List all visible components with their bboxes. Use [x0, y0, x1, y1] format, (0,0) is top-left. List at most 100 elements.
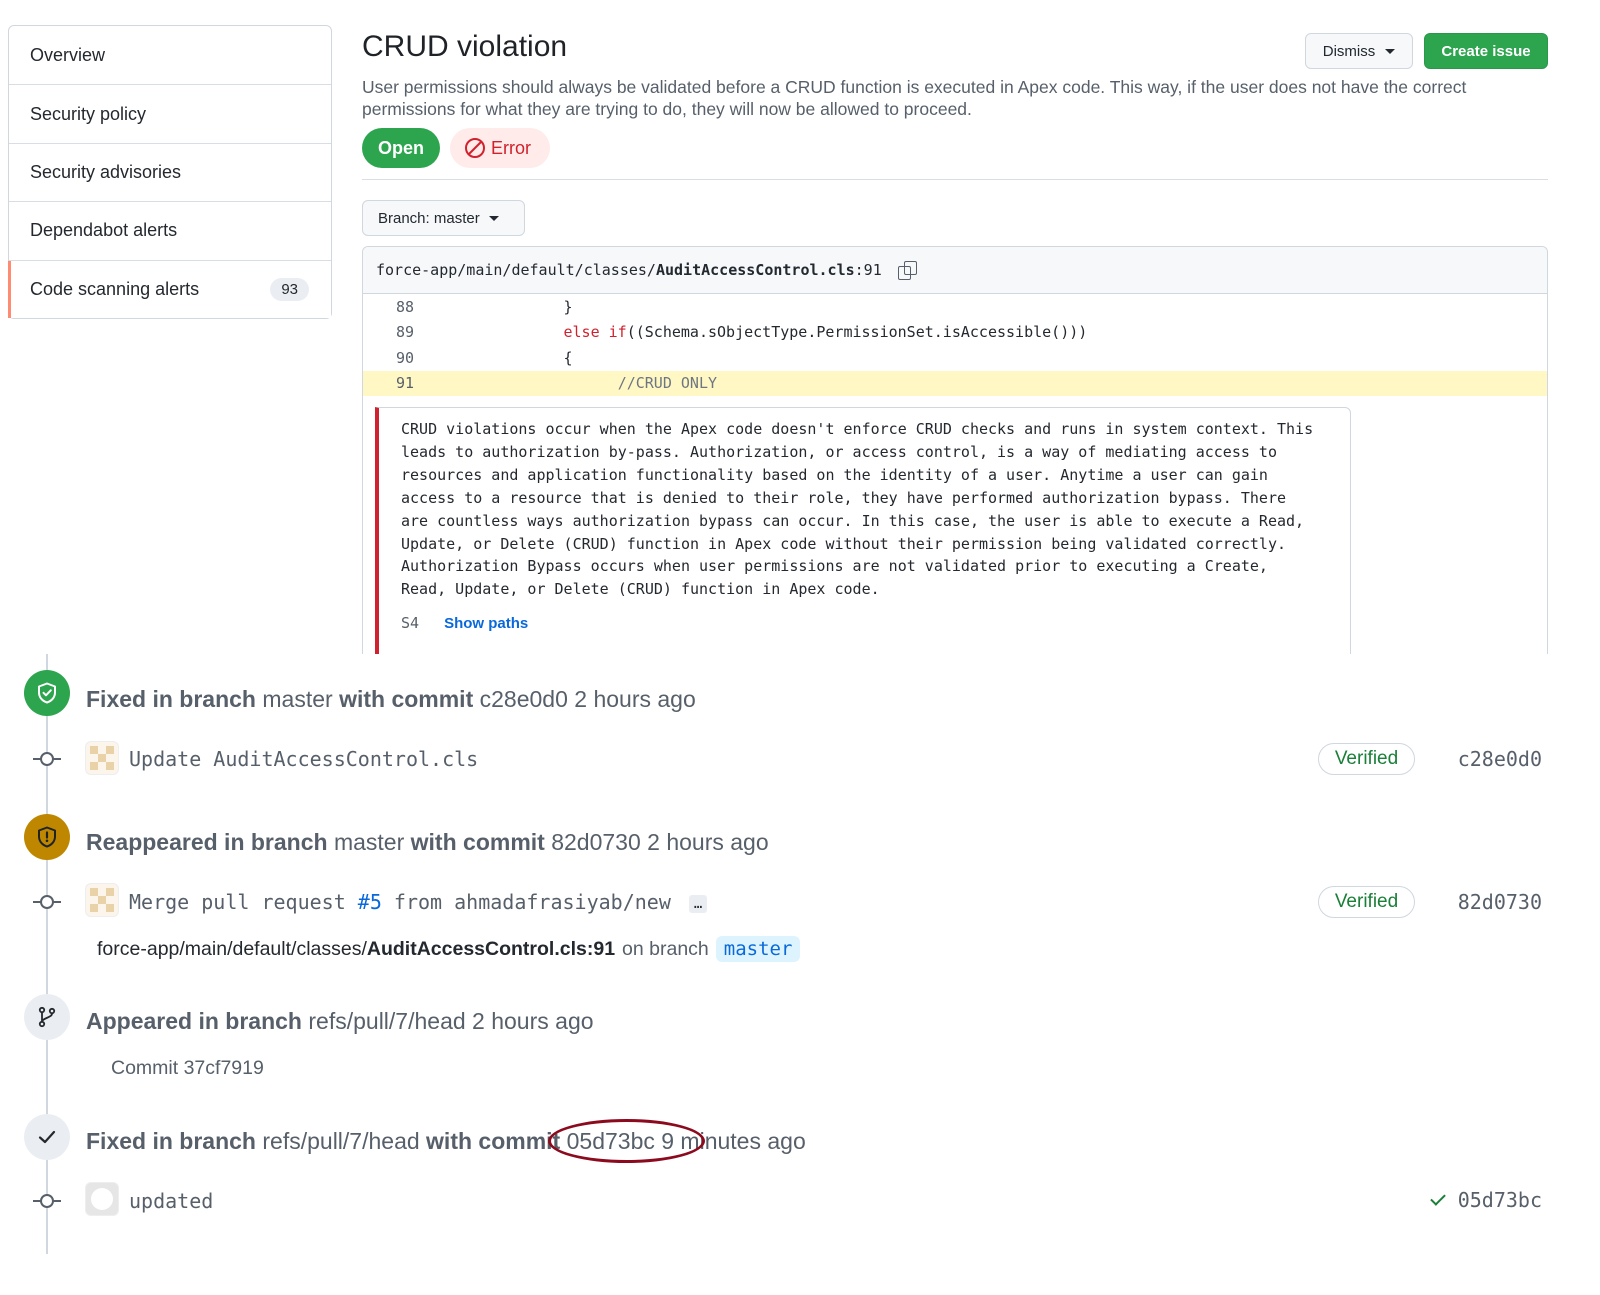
chevron-down-icon: [488, 215, 499, 221]
rule-tag: S4: [401, 614, 420, 633]
alert-footer: S4 Show paths: [401, 614, 1350, 632]
git-commit-icon: [33, 1194, 61, 1208]
timeline-event-title: Reappeared in branch master with commit …: [86, 829, 769, 856]
event-commit-sha[interactable]: c28e0d0: [480, 686, 568, 712]
code-comment: //CRUD ONLY: [617, 374, 718, 393]
branch-label[interactable]: master: [715, 936, 801, 962]
branch-prefix: Branch:: [378, 209, 430, 227]
line-number[interactable]: 88: [363, 298, 419, 316]
location-on-branch: on branch: [622, 937, 709, 960]
git-commit-icon: [33, 895, 61, 909]
severity-label: Error: [491, 137, 531, 158]
stop-icon: [465, 138, 485, 158]
shield-alert-icon: [24, 814, 70, 860]
code-text: {: [419, 348, 573, 367]
security-sidebar: Overview Security policy Security adviso…: [8, 25, 332, 319]
file-line: :91: [854, 261, 882, 279]
branch-value: master: [433, 209, 480, 227]
commit-message-part: from ahmadafrasiyab/new: [381, 890, 671, 914]
commit-sha-link[interactable]: c28e0d0: [1458, 747, 1542, 771]
avatar[interactable]: [85, 883, 119, 917]
sidebar-item-dependabot-alerts[interactable]: Dependabot alerts: [9, 201, 331, 259]
alert-location: force-app/main/default/classes/AuditAcce…: [97, 936, 801, 962]
commit-status: 05d73bc: [1429, 1188, 1542, 1212]
verified-badge[interactable]: Verified: [1318, 743, 1415, 775]
git-commit-icon: [33, 752, 61, 766]
check-icon: [1429, 1189, 1446, 1206]
timeline-event-title: Fixed in branch master with commit c28e0…: [86, 686, 696, 713]
copy-icon[interactable]: [897, 261, 917, 280]
location-file[interactable]: AuditAccessControl.cls:91: [367, 938, 615, 961]
alert-description: User permissions should always be valida…: [362, 77, 1467, 119]
code-line: 88 }: [363, 294, 1547, 320]
line-number[interactable]: 90: [363, 349, 419, 367]
chevron-down-icon: [1385, 48, 1396, 54]
event-with-commit: with commit: [410, 829, 545, 855]
event-branch: master: [262, 686, 333, 712]
status-badge: Open: [362, 128, 440, 168]
commit-label[interactable]: Commit 37cf7919: [111, 1057, 264, 1080]
avatar[interactable]: [85, 741, 119, 775]
sidebar-item-code-scanning-alerts[interactable]: Code scanning alerts 93: [8, 259, 331, 319]
shield-check-icon: [24, 670, 70, 716]
alert-count-badge: 93: [270, 277, 309, 301]
event-action: Reappeared in branch: [86, 829, 328, 855]
dismiss-label: Dismiss: [1322, 42, 1376, 60]
event-action: Fixed in branch: [86, 686, 256, 712]
event-branch: refs/pull/7/head: [262, 1128, 420, 1154]
event-action: Fixed in branch: [86, 1128, 256, 1154]
pull-request-link[interactable]: #5: [358, 890, 382, 914]
timeline-line: [46, 654, 48, 1254]
sidebar-item-label: Security advisories: [30, 161, 182, 182]
sidebar-item-overview[interactable]: Overview: [9, 26, 331, 84]
divider: [362, 179, 1548, 180]
code-snippet: force-app/main/default/classes/AuditAcce…: [362, 246, 1548, 654]
sidebar-item-security-advisories[interactable]: Security advisories: [9, 142, 331, 201]
github-icon: [91, 1188, 113, 1210]
code-text: else if((Schema.sObjectType.PermissionSe…: [419, 323, 1088, 342]
sidebar-item-label: Security policy: [30, 103, 147, 124]
event-action: Appeared in branch: [86, 1008, 302, 1034]
severity-badge: Error: [450, 128, 550, 168]
commit-message-part: Merge pull request: [129, 890, 358, 914]
event-time: 2 hours ago: [574, 686, 696, 712]
commit-message[interactable]: updated: [129, 1189, 213, 1213]
highlighted-code-line: 91 //CRUD ONLY: [363, 370, 1547, 396]
page-title: CRUD violation: [362, 30, 568, 63]
verified-badge[interactable]: Verified: [1318, 886, 1415, 918]
event-commit-sha[interactable]: 82d0730: [551, 829, 641, 855]
check-icon: [24, 1114, 70, 1160]
avatar[interactable]: [85, 1182, 119, 1216]
sidebar-item-label: Dependabot alerts: [30, 220, 178, 241]
sidebar-item-security-policy[interactable]: Security policy: [9, 84, 331, 142]
event-with-commit: with commit: [426, 1128, 561, 1154]
git-branch-icon: [24, 994, 70, 1040]
expand-commit-button[interactable]: …: [688, 894, 708, 913]
file-path-header: force-app/main/default/classes/AuditAcce…: [363, 247, 1547, 294]
event-with-commit: with commit: [339, 686, 474, 712]
commit-message[interactable]: Update AuditAccessControl.cls: [129, 747, 478, 771]
location-path[interactable]: force-app/main/default/classes/: [97, 938, 367, 961]
code-text: //CRUD ONLY: [419, 374, 717, 392]
code-text: }: [419, 297, 573, 316]
sidebar-item-label: Code scanning alerts: [30, 278, 200, 299]
commit-message[interactable]: Merge pull request #5 from ahmadafrasiya…: [129, 890, 708, 914]
sidebar-item-label: Overview: [30, 44, 106, 65]
commit-sha-link[interactable]: 82d0730: [1458, 890, 1542, 914]
event-branch: refs/pull/7/head: [308, 1008, 466, 1034]
code-keyword: else if: [563, 323, 627, 342]
file-name[interactable]: AuditAccessControl.cls: [656, 261, 855, 279]
branch-selector[interactable]: Branch: master: [362, 200, 525, 236]
create-issue-button[interactable]: Create issue: [1424, 33, 1548, 69]
line-number[interactable]: 91: [363, 374, 419, 392]
event-time: 2 hours ago: [472, 1008, 594, 1034]
alert-message-box: CRUD violations occur when the Apex code…: [375, 407, 1351, 654]
commit-sha-link[interactable]: 05d73bc: [1458, 1188, 1542, 1212]
file-path-prefix[interactable]: force-app/main/default/classes/: [376, 261, 656, 279]
dismiss-button[interactable]: Dismiss: [1305, 33, 1413, 69]
show-paths-link[interactable]: Show paths: [444, 615, 528, 632]
timeline-event-title: Appeared in branch refs/pull/7/head 2 ho…: [86, 1008, 594, 1035]
annotation-ellipse: [548, 1119, 705, 1163]
line-number[interactable]: 89: [363, 323, 419, 341]
code-line: 89 else if((Schema.sObjectType.Permissio…: [363, 320, 1547, 346]
